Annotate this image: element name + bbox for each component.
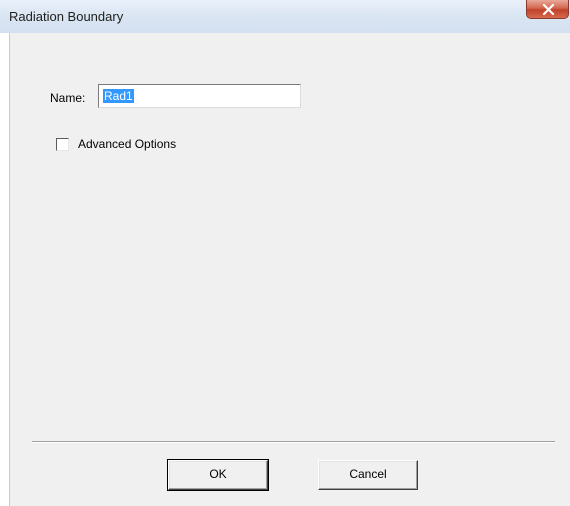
- ok-button[interactable]: OK: [167, 459, 269, 491]
- button-separator: [32, 441, 555, 443]
- advanced-options-checkbox[interactable]: [56, 138, 69, 151]
- name-input-value: Rad1: [103, 89, 134, 103]
- name-label: Name:: [50, 91, 86, 105]
- cancel-button[interactable]: Cancel: [318, 460, 418, 490]
- advanced-options-label: Advanced Options: [78, 137, 177, 151]
- title-bar[interactable]: Radiation Boundary: [0, 0, 570, 33]
- window-title: Radiation Boundary: [9, 9, 124, 24]
- radiation-boundary-dialog: Radiation Boundary Name: Rad1 Advanced O…: [0, 0, 570, 506]
- close-x-icon: [542, 4, 555, 15]
- close-button[interactable]: [526, 0, 569, 19]
- name-input[interactable]: Rad1: [98, 84, 301, 108]
